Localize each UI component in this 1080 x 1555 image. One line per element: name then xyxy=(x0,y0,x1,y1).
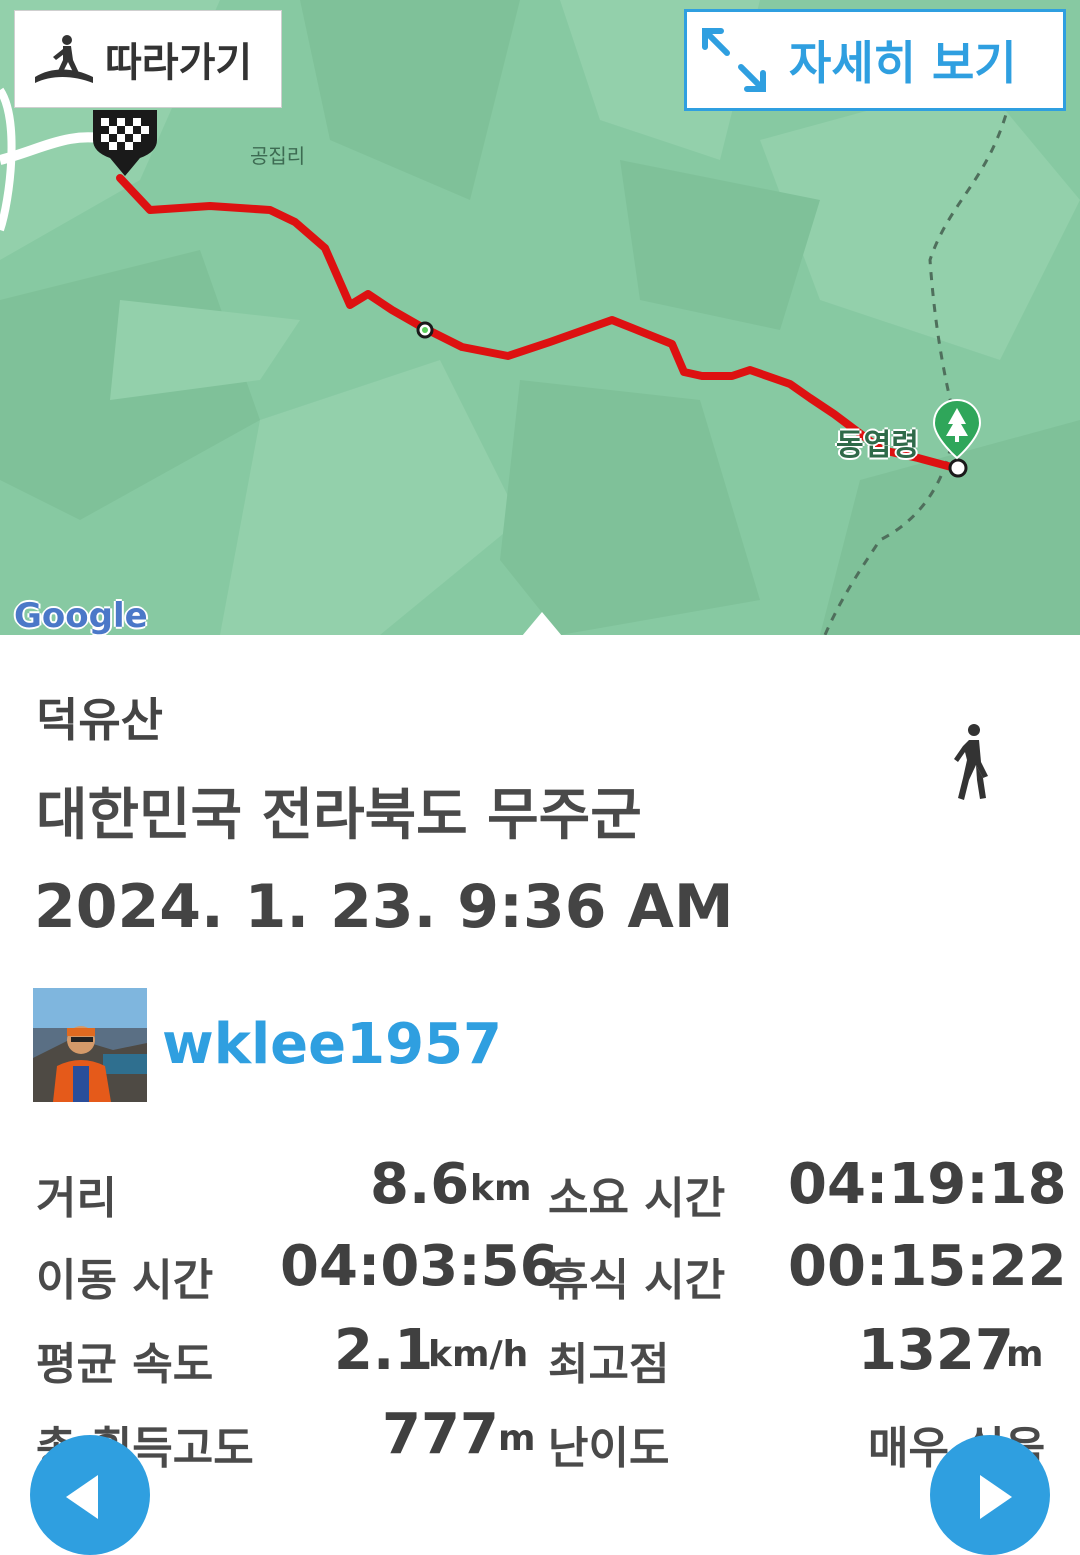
follow-label: 따라가기 xyxy=(105,40,253,86)
highest-point-label: 최고점 xyxy=(548,1339,670,1390)
arrow-left-icon xyxy=(66,1475,98,1519)
user-avatar[interactable] xyxy=(33,988,147,1102)
track-datetime: 2024. 1. 23. 9:36 AM xyxy=(34,872,734,942)
mountain-name: 덕유산 xyxy=(36,693,163,747)
duration-label: 소요 시간 xyxy=(548,1173,726,1224)
view-details-button[interactable]: 자세히 보기 xyxy=(684,9,1066,111)
arrow-right-icon xyxy=(980,1475,1012,1519)
total-ascent-unit: m xyxy=(498,1418,536,1459)
next-button[interactable] xyxy=(930,1435,1050,1555)
difficulty-label: 난이도 xyxy=(548,1423,670,1474)
region-name: 대한민국 전라북도 무주군 xyxy=(36,783,642,848)
rest-time-label: 휴식 시간 xyxy=(548,1255,726,1306)
avg-speed-label: 평균 속도 xyxy=(36,1339,214,1390)
highest-point-unit: m xyxy=(1006,1334,1044,1375)
distance-label: 거리 xyxy=(36,1173,117,1224)
highest-point-value: 1327 xyxy=(858,1318,1014,1383)
distance-value: 8.6 xyxy=(370,1152,470,1217)
stats-row-4: 총 획득고도 777 m 난이도 매우 쉬움 xyxy=(0,1398,1080,1478)
total-ascent-value: 777 xyxy=(382,1402,499,1467)
walking-person-icon xyxy=(954,724,988,800)
stats-row-1: 거리 8.6 km 소요 시간 04:19:18 xyxy=(0,1148,1080,1228)
username-link[interactable]: wklee1957 xyxy=(162,1012,502,1077)
avg-speed-value: 2.1 xyxy=(334,1318,434,1383)
duration-value: 04:19:18 xyxy=(788,1152,1067,1217)
map-pointer xyxy=(522,612,562,635)
place-label-pass: 동엽령 xyxy=(836,428,919,463)
avg-speed-unit: km/h xyxy=(428,1334,529,1375)
stats-row-2: 이동 시간 04:03:56 휴식 시간 00:15:22 xyxy=(0,1230,1080,1310)
place-label-gongjipri: 공집리 xyxy=(250,144,306,168)
view-details-label: 자세히 보기 xyxy=(789,36,1017,90)
stats-row-3: 평균 속도 2.1 km/h 최고점 1327 m xyxy=(0,1314,1080,1394)
hiker-follow-icon xyxy=(35,35,93,83)
google-logo: Google xyxy=(14,596,148,635)
rest-time-value: 00:15:22 xyxy=(788,1234,1067,1299)
previous-button[interactable] xyxy=(30,1435,150,1555)
follow-button[interactable]: 따라가기 xyxy=(14,10,282,108)
route-map[interactable]: 공집리 동엽령 Google 따라가기 자세히 보기 xyxy=(0,0,1080,635)
start-point-marker xyxy=(948,458,968,478)
moving-time-value: 04:03:56 xyxy=(280,1234,559,1299)
distance-unit: km xyxy=(470,1168,532,1209)
moving-time-label: 이동 시간 xyxy=(36,1255,214,1306)
expand-arrows-icon xyxy=(702,28,766,92)
